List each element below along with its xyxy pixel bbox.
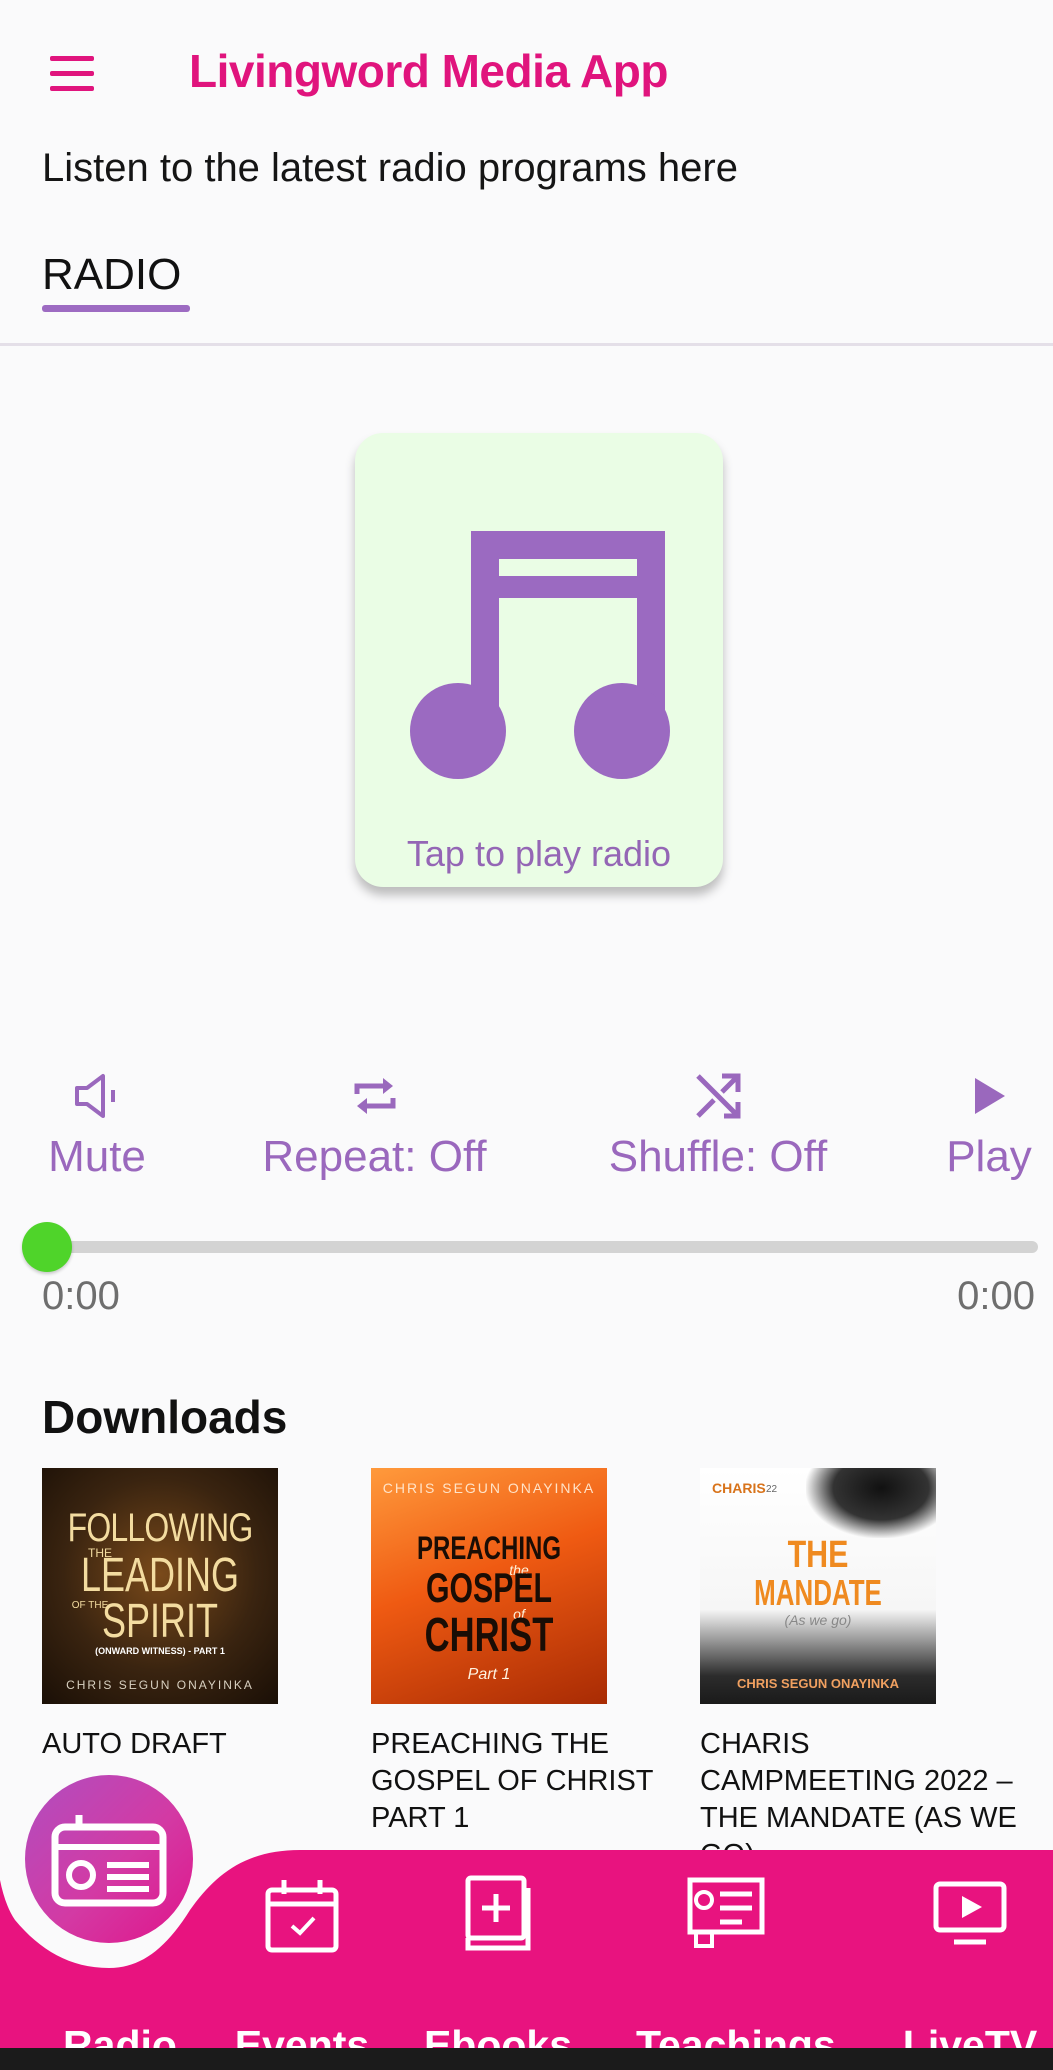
book-plus-icon (465, 1875, 531, 1951)
play-button[interactable]: Play (940, 1070, 1038, 1182)
hamburger-menu-icon[interactable] (46, 54, 98, 94)
player-controls: Mute Repeat: Off Shuffle: Off Play (0, 1070, 1053, 1200)
download-item[interactable]: CHARIS 22 THE MANDATE (As we go) CHRIS S… (700, 1468, 1017, 1874)
downloads-heading: Downloads (42, 1391, 288, 1443)
speaker-icon (75, 1074, 115, 1118)
download-title: AUTO DRAFT (42, 1728, 227, 1760)
repeat-label: Repeat: Off (262, 1132, 487, 1181)
tap-to-play-label: Tap to play radio (406, 833, 672, 874)
music-note-icon (410, 531, 670, 779)
seek-thumb[interactable] (22, 1222, 72, 1272)
shuffle-icon (696, 1073, 741, 1119)
mute-label: Mute (48, 1132, 146, 1181)
seek-track (22, 1241, 1038, 1253)
download-item[interactable]: CHRIS SEGUN ONAYINKA PREACHING the GOSPE… (371, 1468, 671, 1837)
calendar-check-icon (265, 1880, 339, 1953)
repeat-button[interactable]: Repeat: Off (252, 1070, 497, 1182)
download-cover-image: CHRIS SEGUN ONAYINKA PREACHING the GOSPE… (371, 1468, 607, 1704)
tv-play-icon (933, 1881, 1007, 1945)
app-bar: Livingword Media App (0, 0, 1053, 150)
page-subtitle: Listen to the latest radio programs here (42, 146, 738, 190)
nav-item-livetv[interactable]: LiveTV (880, 1850, 1053, 2068)
radio-play-card[interactable]: Tap to play radio (355, 433, 723, 887)
radio-fab-button[interactable] (25, 1775, 193, 1943)
tab-radio[interactable]: RADIO (42, 250, 190, 312)
nav-item-teachings[interactable]: Teachings (636, 1850, 836, 2068)
tab-divider (0, 343, 1053, 346)
download-cover-image: FOLLOWING THE LEADING OF THE SPIRIT (ONW… (42, 1468, 278, 1704)
nav-item-ebooks[interactable]: Ebooks (408, 1850, 588, 2068)
system-nav-bar (0, 2048, 1053, 2070)
download-cover-image: CHARIS 22 THE MANDATE (As we go) CHRIS S… (700, 1468, 936, 1704)
app-title: Livingword Media App (189, 45, 668, 97)
nav-item-events[interactable]: Events (212, 1850, 392, 2068)
play-label: Play (946, 1132, 1032, 1181)
repeat-icon (354, 1078, 395, 1114)
current-time: 0:00 (42, 1274, 120, 1318)
play-icon (975, 1078, 1005, 1114)
shuffle-button[interactable]: Shuffle: Off (598, 1070, 838, 1182)
tab-indicator (42, 305, 190, 312)
total-time: 0:00 (957, 1274, 1035, 1318)
shuffle-label: Shuffle: Off (608, 1132, 828, 1181)
download-item[interactable]: FOLLOWING THE LEADING OF THE SPIRIT (ONW… (42, 1468, 342, 1763)
radio-icon (51, 1815, 167, 1907)
tab-radio-label: RADIO (42, 250, 182, 299)
seek-slider[interactable] (22, 1222, 1038, 1272)
download-title: PREACHING THE GOSPEL OF CHRIST PART 1 (371, 1728, 653, 1834)
list-checklist-icon (687, 1877, 765, 1948)
mute-button[interactable]: Mute (42, 1070, 152, 1182)
